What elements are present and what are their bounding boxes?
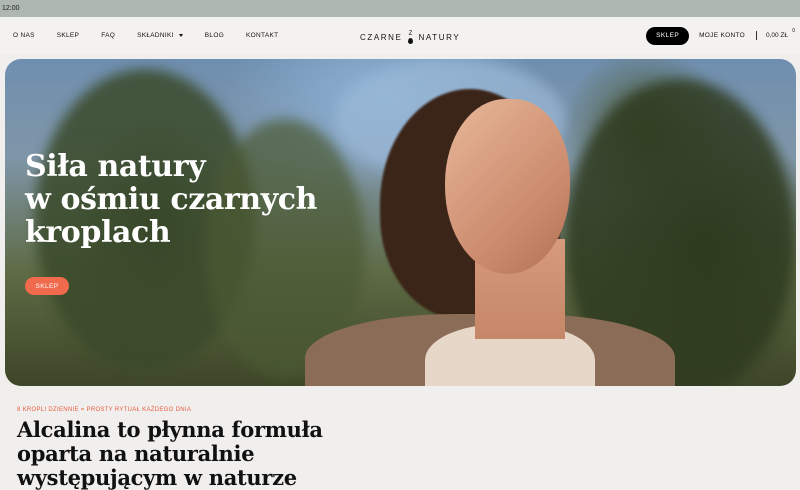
account-link[interactable]: MOJE KONTO bbox=[699, 32, 745, 39]
nav-link-shop[interactable]: SKLEP bbox=[57, 32, 79, 39]
cart-link[interactable]: 0,00 ZŁ 0 bbox=[765, 28, 795, 39]
hero-banner: Siła natury w ośmiu czarnych kroplach SK… bbox=[5, 59, 796, 386]
nav-link-blog[interactable]: BLOG bbox=[205, 32, 224, 39]
shop-button[interactable]: SKLEP bbox=[646, 26, 690, 45]
nav-actions: SKLEP MOJE KONTO 0,00 ZŁ 0 bbox=[646, 17, 800, 54]
nav-link-about[interactable]: O NAS bbox=[13, 32, 35, 39]
status-time: 12:00 bbox=[2, 5, 20, 12]
main-menu: O NAS SKLEP FAQ SKŁADNIKI BLOG KONTAKT bbox=[13, 17, 300, 54]
status-bar: 12:00 bbox=[0, 0, 800, 17]
logo-mark-letter: Z bbox=[408, 30, 413, 37]
cart-count-badge: 0 bbox=[792, 28, 795, 34]
drop-icon bbox=[408, 37, 413, 44]
nav-link-contact[interactable]: KONTAKT bbox=[246, 32, 278, 39]
hero-title: Siła natury w ośmiu czarnych kroplach bbox=[25, 149, 318, 250]
logo-text-left: CZARNE bbox=[360, 32, 403, 42]
logo-mark: Z bbox=[407, 31, 415, 44]
brand-logo[interactable]: CZARNE Z NATURY bbox=[360, 27, 460, 47]
chevron-down-icon bbox=[178, 34, 183, 37]
hero-shop-button[interactable]: SKLEP bbox=[25, 277, 69, 295]
nav-link-faq[interactable]: FAQ bbox=[101, 32, 115, 39]
section-eyebrow: 8 KROPLI DZIENNIE = PROSTY RYTUAŁ KAŻDEG… bbox=[17, 407, 192, 413]
section-headline: Alcalina to płynna formuła oparta na nat… bbox=[17, 417, 323, 490]
nav-divider bbox=[755, 31, 757, 40]
logo-text-right: NATURY bbox=[418, 32, 461, 42]
cart-total: 0,00 ZŁ bbox=[765, 32, 788, 39]
hero-photo-face bbox=[445, 99, 570, 274]
top-navigation: O NAS SKLEP FAQ SKŁADNIKI BLOG KONTAKT C… bbox=[0, 17, 800, 54]
nav-link-ingredients-label: SKŁADNIKI bbox=[137, 32, 174, 39]
nav-link-ingredients[interactable]: SKŁADNIKI bbox=[137, 32, 183, 39]
